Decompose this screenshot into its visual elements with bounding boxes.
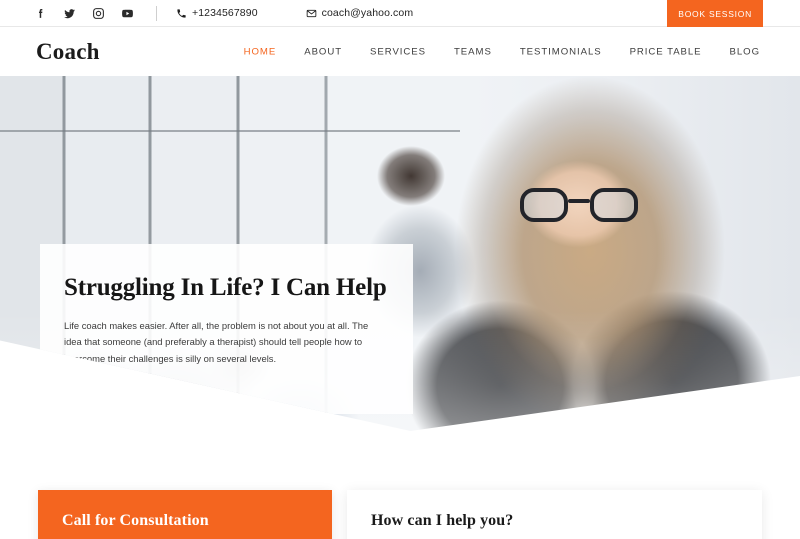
nav-item-services[interactable]: SERVICES [356, 46, 440, 57]
page-root: +1234567890 coach@yahoo.com BOOK SESSION… [0, 0, 800, 539]
hero-title: Struggling In Life? I Can Help [64, 274, 387, 301]
consultation-card[interactable]: Call for Consultation 30 minutes free fo… [38, 490, 332, 539]
hero-section: Struggling In Life? I Can Help Life coac… [0, 76, 800, 431]
nav-item-teams[interactable]: TEAMS [440, 46, 506, 57]
nav-item-price-table[interactable]: PRICE TABLE [616, 46, 716, 57]
top-bar-left: +1234567890 coach@yahoo.com [0, 0, 413, 27]
phone-icon [176, 8, 187, 19]
site-logo[interactable]: Coach [36, 39, 100, 65]
facebook-icon[interactable] [34, 7, 47, 20]
hero-subtitle: Life coach makes easier. After all, the … [64, 319, 369, 364]
nav-item-testimonials[interactable]: TESTIMONIALS [506, 46, 616, 57]
instagram-icon[interactable] [92, 7, 105, 20]
phone-item[interactable]: +1234567890 [176, 7, 258, 19]
nav-item-home[interactable]: HOME [230, 46, 291, 57]
email-item[interactable]: coach@yahoo.com [306, 7, 414, 19]
email-address: coach@yahoo.com [321, 7, 414, 19]
help-card-title: How can I help you? [371, 512, 514, 529]
contact-info: +1234567890 coach@yahoo.com [176, 7, 413, 19]
consultation-card-title: Call for Consultation [62, 512, 209, 529]
hero-text-card: Struggling In Life? I Can Help Life coac… [40, 244, 413, 418]
phone-number: +1234567890 [192, 7, 258, 19]
feature-cards: Call for Consultation 30 minutes free fo… [0, 490, 800, 539]
top-bar: +1234567890 coach@yahoo.com BOOK SESSION [0, 0, 800, 27]
nav-item-blog[interactable]: BLOG [716, 46, 774, 57]
twitter-icon[interactable] [63, 7, 76, 20]
main-navbar: Coach HOME ABOUT SERVICES TEAMS TESTIMON… [0, 27, 800, 76]
help-card: How can I help you? I can help by coachi… [347, 490, 762, 539]
main-menu: HOME ABOUT SERVICES TEAMS TESTIMONIALS P… [230, 46, 774, 57]
top-bar-divider [156, 5, 157, 21]
youtube-icon[interactable] [121, 7, 134, 20]
nav-item-about[interactable]: ABOUT [290, 46, 356, 57]
book-session-top-button[interactable]: BOOK SESSION [667, 0, 763, 27]
social-links [34, 7, 134, 20]
envelope-icon [306, 8, 317, 19]
book-session-hero-button[interactable]: BOOK SESSION [64, 386, 150, 418]
